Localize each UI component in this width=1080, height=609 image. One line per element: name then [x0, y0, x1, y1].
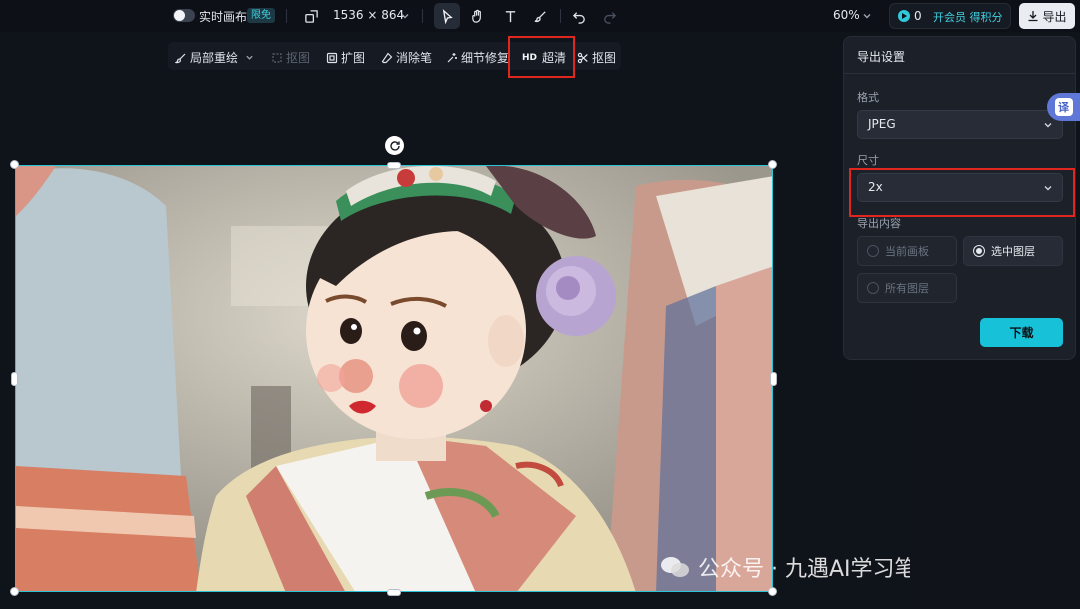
- membership-pill[interactable]: 0 开会员 得积分: [889, 3, 1011, 29]
- resize-handle-top[interactable]: [387, 162, 401, 169]
- watermark-text: 公众号 · 九遇AI学习笔记: [698, 557, 939, 582]
- select-tool-button[interactable]: [434, 3, 460, 29]
- realtime-label: 实时画布: [199, 10, 248, 24]
- hand-icon: [471, 9, 481, 23]
- redo-button[interactable]: [596, 3, 622, 29]
- size-highlight-annotation: [849, 168, 1075, 217]
- panel-title: 导出设置: [857, 50, 906, 64]
- download-button[interactable]: 下载: [980, 318, 1063, 347]
- inpaint-label: 局部重绘: [190, 51, 239, 65]
- format-label: 格式: [857, 91, 879, 104]
- chevron-down-icon: [1044, 123, 1052, 128]
- toolbar-divider: [286, 9, 287, 23]
- detail-repair-button[interactable]: 细节修复: [446, 49, 509, 66]
- expand-icon: [326, 52, 338, 63]
- realtime-toggle[interactable]: [173, 9, 195, 22]
- points-count: 0: [914, 9, 922, 23]
- canvas-image[interactable]: [15, 165, 773, 592]
- inpaint-button[interactable]: 局部重绘: [175, 49, 254, 66]
- chevron-down-icon[interactable]: [400, 11, 410, 21]
- radio-icon: [867, 282, 879, 294]
- download-icon: [1028, 11, 1038, 22]
- crop-button[interactable]: 抠图: [271, 49, 310, 66]
- toolbar-divider: [560, 9, 561, 23]
- side-area: [910, 360, 1080, 609]
- text-icon: [505, 10, 515, 22]
- export-label: 导出: [1042, 9, 1067, 24]
- format-select[interactable]: JPEG: [857, 110, 1063, 139]
- eraser-button[interactable]: 消除笔: [381, 49, 432, 66]
- option-label: 当前画板: [885, 245, 929, 258]
- brush-tool-button[interactable]: [527, 3, 553, 29]
- top-toolbar: 实时画布 限免 1536 × 864 60% 0 开会员 得积分 导出: [0, 0, 1080, 32]
- member-link[interactable]: 开会员 得积分: [933, 9, 1003, 25]
- cutout-label: 抠图: [592, 51, 617, 65]
- brush-icon: [534, 10, 546, 22]
- scissors-icon: [577, 52, 588, 63]
- wechat-icon: [661, 557, 689, 577]
- radio-checked-icon: [973, 245, 985, 257]
- export-button[interactable]: 导出: [1019, 3, 1075, 29]
- cutout-button[interactable]: 抠图: [577, 49, 616, 66]
- option-label: 选中图层: [991, 245, 1035, 258]
- canvas-size-value[interactable]: 1536 × 864: [333, 8, 404, 22]
- detail-repair-label: 细节修复: [461, 51, 510, 65]
- eraser-icon: [381, 52, 393, 63]
- option-current-artboard[interactable]: 当前画板: [857, 236, 957, 266]
- resize-icon: [304, 9, 318, 23]
- hand-tool-button[interactable]: [464, 3, 490, 29]
- watermark: 公众号 · 九遇AI学习笔记: [660, 551, 939, 583]
- sparkle-icon: [447, 52, 457, 62]
- crop-icon: [272, 52, 282, 63]
- translate-button[interactable]: 译: [1047, 93, 1080, 121]
- export-content-label: 导出内容: [857, 217, 901, 230]
- option-all-layers[interactable]: 所有图层: [857, 273, 957, 303]
- doll-illustration: [16, 166, 772, 591]
- size-label: 尺寸: [857, 154, 879, 167]
- canvas-size-button[interactable]: [298, 3, 324, 29]
- crop-label: 抠图: [286, 51, 311, 65]
- zoom-level[interactable]: 60%: [833, 8, 860, 22]
- panel-divider: [844, 73, 1075, 74]
- chevron-down-icon[interactable]: [862, 11, 872, 21]
- option-selected-layer[interactable]: 选中图层: [963, 236, 1063, 266]
- translate-icon: 译: [1054, 98, 1073, 116]
- chevron-down-icon: [246, 55, 253, 60]
- rotate-handle[interactable]: [385, 136, 404, 155]
- undo-button[interactable]: [566, 3, 592, 29]
- eraser-label: 消除笔: [396, 51, 433, 65]
- resize-handle-bottom[interactable]: [387, 589, 401, 596]
- outpaint-label: 扩图: [341, 51, 366, 65]
- hd-highlight-annotation: [508, 36, 575, 78]
- resize-handle-left[interactable]: [11, 372, 18, 386]
- format-value: JPEG: [868, 117, 896, 131]
- cursor-icon: [442, 8, 453, 24]
- resize-handle-right[interactable]: [770, 372, 777, 386]
- text-tool-button[interactable]: [497, 3, 523, 29]
- brush-icon: [175, 53, 186, 63]
- points-icon: [898, 10, 910, 22]
- undo-icon: [572, 11, 585, 24]
- radio-icon: [867, 245, 879, 257]
- free-badge: 限免: [247, 8, 275, 23]
- toolbar-divider: [422, 9, 423, 23]
- resize-handle-bottom-right[interactable]: [768, 587, 777, 596]
- resize-handle-top-left[interactable]: [10, 160, 19, 169]
- rotate-icon: [389, 140, 400, 151]
- resize-handle-top-right[interactable]: [768, 160, 777, 169]
- redo-icon: [603, 11, 616, 24]
- option-label: 所有图层: [885, 282, 929, 295]
- resize-handle-bottom-left[interactable]: [10, 587, 19, 596]
- outpaint-button[interactable]: 扩图: [326, 49, 365, 66]
